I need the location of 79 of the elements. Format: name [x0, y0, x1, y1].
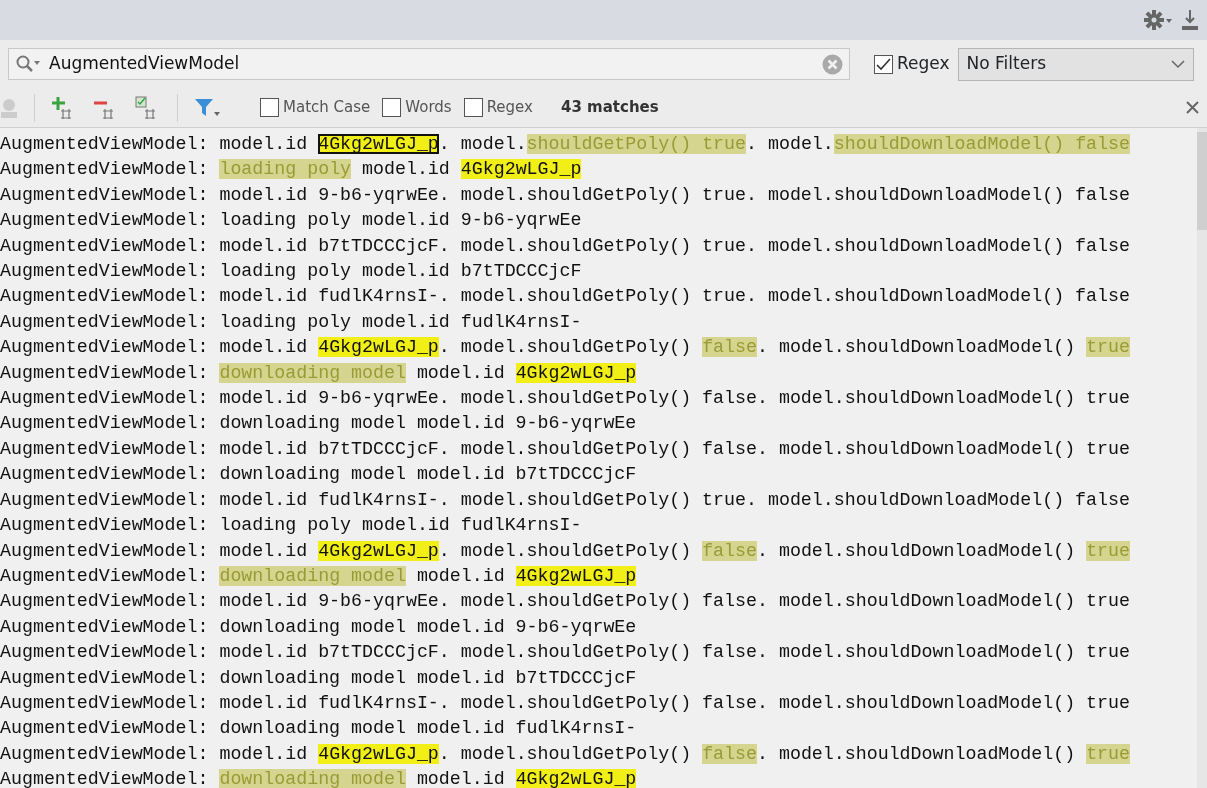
log-text: AugmentedViewModel: model.id 9-b6-yqrwEe. model.shouldGetPoly() true. model.shouldDownloadModel() false: [0, 184, 1130, 205]
checkbox[interactable]: [260, 98, 279, 117]
highlighted-text: 4Gkg2wLGJ_p: [515, 769, 637, 788]
highlighted-text: downloading model: [219, 769, 406, 788]
log-text: . model.: [746, 134, 834, 154]
highlighted-text: shouldDownloadModel() false: [833, 134, 1130, 154]
log-text: AugmentedViewModel:: [0, 565, 210, 586]
log-text: AugmentedViewModel:: [0, 159, 210, 180]
settings-icon[interactable]: [1143, 9, 1173, 31]
highlighted-text: 4Gkg2wLGJ_p: [318, 134, 439, 154]
search-text: AugmentedViewModel: [49, 52, 241, 76]
log-text: AugmentedViewModel: downloading model model.id 9-b6-yqrwEe: [0, 616, 637, 637]
log-text: AugmentedViewModel: downloading model model.id b7tTDCCCjcF: [0, 667, 637, 688]
highlighted-text: downloading model: [219, 565, 406, 586]
checkbox[interactable]: [463, 98, 483, 117]
highlighted-text: false: [702, 540, 757, 561]
scrollbar-thumb[interactable]: [1197, 132, 1207, 230]
log-text: . model.shouldDownloadModel(): [757, 337, 1077, 358]
highlighted-text: loading poly: [219, 159, 352, 180]
highlighted-text: false: [702, 743, 757, 764]
log-text: AugmentedViewModel: loading poly model.id fudlK4rnsI-: [0, 311, 582, 332]
log-text: . model.shouldGetPoly(): [438, 337, 693, 358]
option-label: Match Case: [283, 97, 371, 119]
log-text: AugmentedViewModel: model.id: [0, 134, 309, 154]
match-count: 43 matches: [560, 97, 659, 119]
log-text: AugmentedViewModel: model.id fudlK4rnsI-. model.shouldGetPoly() true. model.shouldDownloadModel() false: [0, 286, 1130, 307]
log-text: . model.: [438, 134, 527, 154]
filter-icon[interactable]: [194, 96, 220, 119]
download-icon[interactable]: [1181, 9, 1199, 31]
log-text: . model.shouldDownloadModel(): [757, 540, 1077, 561]
log-text: model.id: [361, 159, 451, 180]
option-label: Words: [405, 97, 452, 119]
log-text: AugmentedViewModel: model.id 9-b6-yqrwEe. model.shouldGetPoly() false. model.shouldDownloadModel() true: [0, 388, 1130, 409]
highlighted-text: true: [1086, 337, 1130, 358]
checkbox[interactable]: [382, 98, 402, 117]
search-field[interactable]: AugmentedViewModel: [8, 48, 850, 80]
log-text: AugmentedViewModel:: [0, 362, 210, 383]
filter-dropdown[interactable]: No Filters: [957, 47, 1194, 81]
clear-icon[interactable]: [822, 53, 843, 75]
option-label: Regex: [486, 97, 533, 119]
chevron-down-icon: [1170, 59, 1185, 69]
regex-label: Regex: [897, 52, 950, 76]
log-text: AugmentedViewModel: loading poly model.id fudlK4rnsI-: [0, 515, 582, 536]
highlighted-text: 4Gkg2wLGJ_p: [318, 743, 439, 764]
log-text: AugmentedViewModel: model.id b7tTDCCCjcF. model.shouldGetPoly() false. model.shouldDownloadModel() true: [0, 642, 1130, 663]
highlighted-text: shouldGetPoly() true: [526, 134, 747, 154]
log-text: AugmentedViewModel: model.id b7tTDCCCjcF. model.shouldGetPoly() true. model.shouldDownloadModel() false: [0, 235, 1130, 256]
log-text: AugmentedViewModel: model.id b7tTDCCCjcF. model.shouldGetPoly() false. model.shouldDownloadModel() true: [0, 438, 1130, 459]
log-text: AugmentedViewModel: model.id fudlK4rnsI-. model.shouldGetPoly() true. model.shouldDownloadModel() false: [0, 489, 1130, 510]
highlighted-text: downloading model: [219, 362, 406, 383]
scrollbar[interactable]: [1197, 128, 1207, 788]
log-text: AugmentedViewModel: model.id: [0, 337, 309, 358]
checkbox[interactable]: [874, 54, 893, 74]
log-text: . model.shouldDownloadModel(): [757, 743, 1077, 764]
highlighted-text: true: [1086, 540, 1130, 561]
log-text: model.id: [415, 565, 506, 586]
log-text: AugmentedViewModel: model.id: [0, 540, 309, 561]
log-text: AugmentedViewModel: downloading model model.id fudlK4rnsI-: [0, 718, 637, 739]
log-text: AugmentedViewModel: downloading model model.id b7tTDCCCjcF: [0, 464, 637, 485]
log-text: . model.shouldGetPoly(): [438, 540, 693, 561]
log-text: AugmentedViewModel: loading poly model.id 9-b6-yqrwEe: [0, 210, 582, 231]
log-text: . model.shouldGetPoly(): [438, 743, 693, 764]
log-text: AugmentedViewModel: loading poly model.id b7tTDCCCjcF: [0, 261, 582, 282]
highlighted-text: 4Gkg2wLGJ_p: [318, 540, 439, 561]
highlighted-text: 4Gkg2wLGJ_p: [318, 337, 439, 358]
log-text: AugmentedViewModel: model.id fudlK4rnsI-. model.shouldGetPoly() false. model.shouldDownloadModel() true: [0, 692, 1130, 713]
highlighted-text: 4Gkg2wLGJ_p: [460, 159, 582, 180]
log-text: AugmentedViewModel: model.id 9-b6-yqrwEe. model.shouldGetPoly() false. model.shouldDownloadModel() true: [0, 591, 1130, 612]
close-icon[interactable]: [1186, 101, 1199, 115]
log-text: AugmentedViewModel: model.id: [0, 743, 309, 764]
log-text: AugmentedViewModel: downloading model model.id 9-b6-yqrwEe: [0, 413, 637, 434]
highlighted-text: false: [702, 337, 757, 358]
highlighted-text: 4Gkg2wLGJ_p: [515, 565, 637, 586]
search-icon[interactable]: [15, 54, 41, 74]
highlighted-text: 4Gkg2wLGJ_p: [515, 362, 637, 383]
log-text: model.id: [415, 362, 506, 383]
log-text: AugmentedViewModel:: [0, 769, 210, 788]
highlighted-text: true: [1086, 743, 1130, 764]
log-text: model.id: [415, 769, 506, 788]
